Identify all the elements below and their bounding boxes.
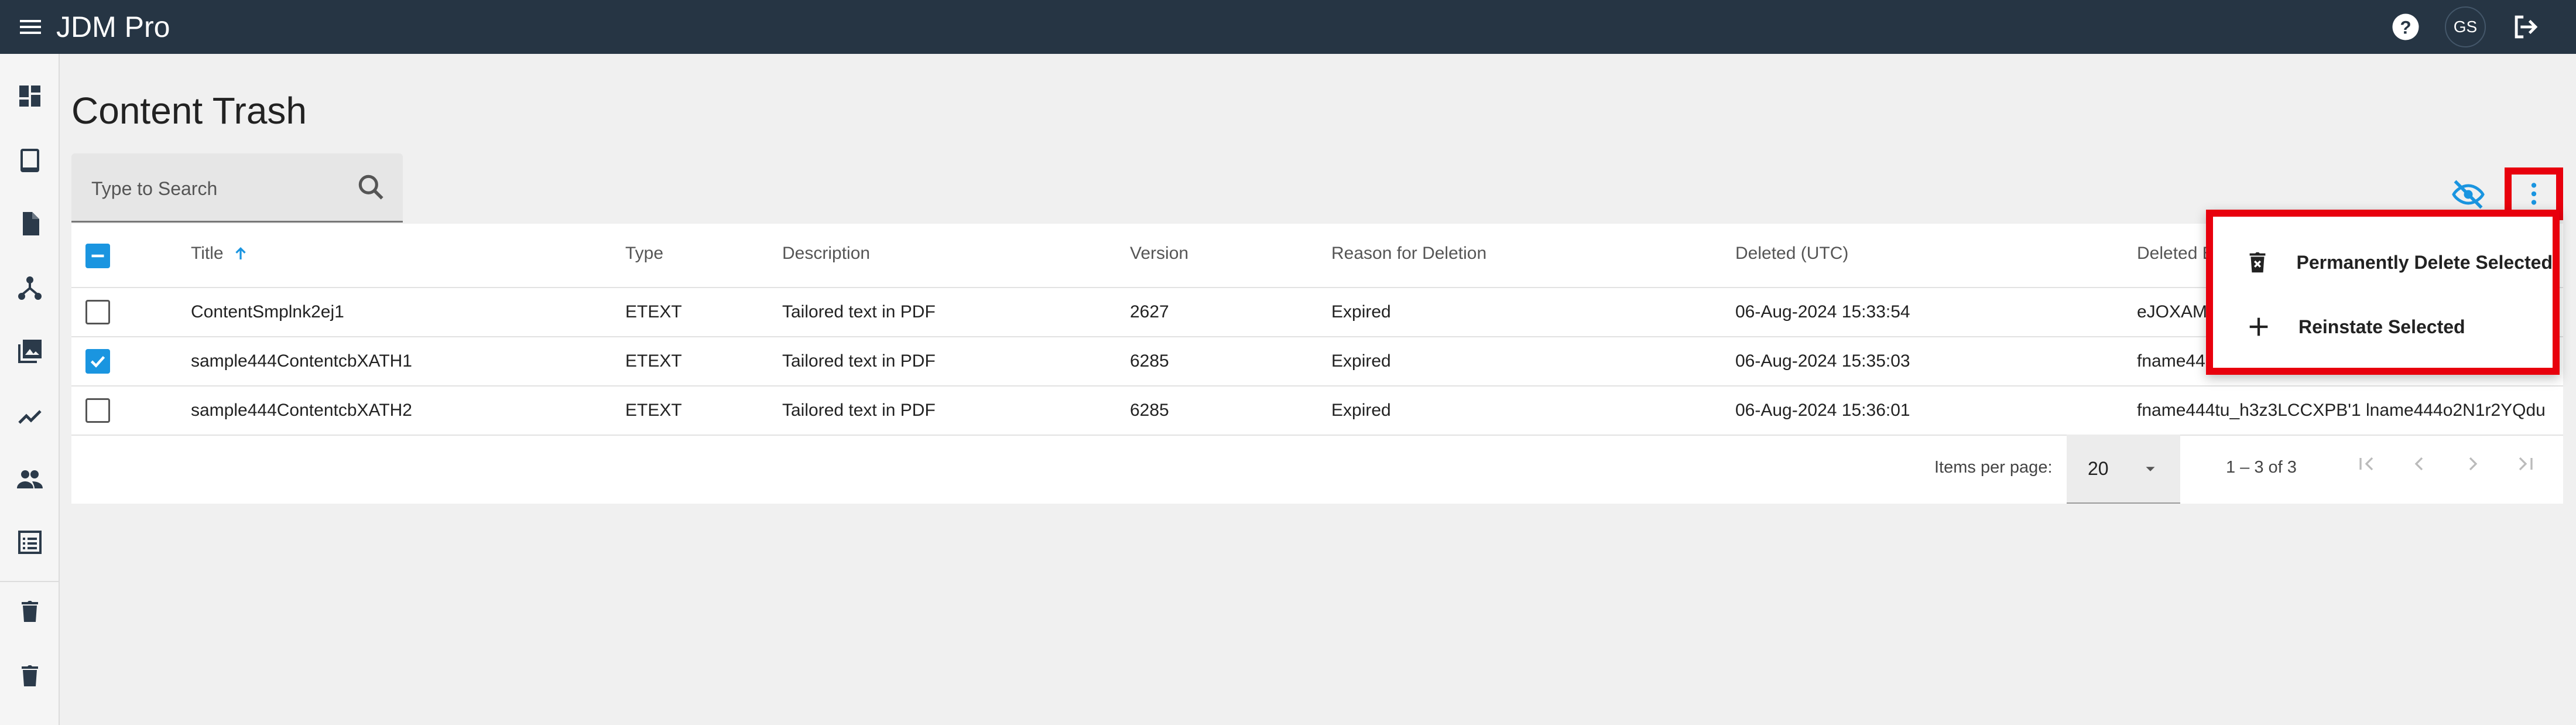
delete-forever-icon: [2243, 247, 2272, 278]
search-field: [71, 153, 403, 223]
content-trash-table: Title Type Description Version Reason fo…: [71, 224, 2563, 504]
last-page-icon[interactable]: [2508, 446, 2543, 481]
nav-image-library-icon[interactable]: [15, 336, 45, 367]
next-page-icon[interactable]: [2455, 446, 2491, 481]
dropdown-arrow-icon: [2146, 467, 2155, 471]
svg-text:?: ?: [2400, 16, 2411, 37]
column-header-reason[interactable]: Reason for Deletion: [1331, 244, 1486, 264]
page-title: Content Trash: [71, 90, 307, 132]
cell-deleted-by: fname444tu_h3z3LCCXPB'1 lname444o2N1r2YQ…: [2137, 401, 2547, 420]
sort-ascending-icon: [235, 247, 246, 259]
nav-list-icon[interactable]: [15, 527, 45, 558]
cell-type: ETEXT: [625, 351, 682, 371]
menu-item-label: Permanently Delete Selected: [2296, 251, 2553, 273]
visibility-off-icon[interactable]: [2451, 177, 2486, 212]
cell-deleted-by: eJOXAM: [2137, 302, 2208, 322]
cell-version: 6285: [1130, 351, 1169, 371]
page-range-label: 1 – 3 of 3: [2226, 458, 2297, 477]
select-all-checkbox[interactable]: [85, 244, 110, 268]
nav-divider: [0, 581, 59, 582]
plus-icon: [2243, 312, 2274, 342]
cell-version: 6285: [1130, 401, 1169, 420]
search-input[interactable]: [91, 171, 326, 206]
items-per-page-label: Items per page:: [1934, 458, 2053, 477]
row-checkbox[interactable]: [85, 300, 110, 324]
table-row[interactable]: sample444ContentcbXATH2 ETEXT Tailored t…: [71, 387, 2563, 436]
items-per-page-select[interactable]: 20: [2067, 435, 2180, 504]
more-vert-icon: [2531, 183, 2537, 205]
top-app-bar: JDM Pro ? GS: [0, 0, 2576, 54]
cell-title: sample444ContentcbXATH2: [191, 401, 412, 420]
nav-users-icon[interactable]: [15, 464, 45, 494]
table-row[interactable]: sample444ContentcbXATH1 ETEXT Tailored t…: [71, 337, 2563, 387]
nav-tablet-icon[interactable]: [15, 145, 45, 176]
overflow-menu: Permanently Delete Selected Reinstate Se…: [2206, 210, 2560, 375]
cell-title: sample444ContentcbXATH1: [191, 351, 412, 371]
cell-reason: Expired: [1331, 302, 1391, 322]
nav-document-icon[interactable]: [15, 208, 45, 239]
cell-deleted-by: fname44: [2137, 351, 2205, 371]
previous-page-icon[interactable]: [2402, 446, 2437, 481]
column-header-deleted-utc[interactable]: Deleted (UTC): [1735, 244, 1848, 264]
cell-title: ContentSmplnk2ej1: [191, 302, 344, 322]
column-header-type[interactable]: Type: [625, 244, 663, 264]
nav-analytics-icon[interactable]: [15, 401, 45, 431]
app-title: JDM Pro: [56, 11, 170, 43]
menu-item-permanently-delete[interactable]: Permanently Delete Selected: [2213, 233, 2553, 292]
cell-reason: Expired: [1331, 351, 1391, 371]
search-icon[interactable]: [355, 171, 388, 204]
first-page-icon[interactable]: [2349, 446, 2384, 481]
table-header-row: Title Type Description Version Reason fo…: [71, 224, 2563, 288]
column-header-version[interactable]: Version: [1130, 244, 1188, 264]
cell-type: ETEXT: [625, 302, 682, 322]
hamburger-menu-icon[interactable]: [15, 12, 46, 42]
logout-icon[interactable]: [2509, 10, 2543, 44]
nav-trash-icon[interactable]: [15, 596, 45, 627]
cell-deleted-utc: 06-Aug-2024 15:36:01: [1735, 401, 1910, 420]
cell-type: ETEXT: [625, 401, 682, 420]
menu-item-reinstate[interactable]: Reinstate Selected: [2213, 297, 2553, 356]
nav-trash-icon[interactable]: [15, 661, 45, 691]
column-header-description[interactable]: Description: [782, 244, 870, 264]
page-size-value: 20: [2088, 458, 2109, 479]
nav-dashboard-icon[interactable]: [15, 81, 45, 111]
side-navigation: [0, 54, 60, 725]
cell-description: Tailored text in PDF: [782, 401, 936, 420]
help-icon[interactable]: ?: [2390, 11, 2421, 43]
cell-deleted-utc: 06-Aug-2024 15:33:54: [1735, 302, 1910, 322]
menu-item-label: Reinstate Selected: [2298, 316, 2465, 337]
nav-hierarchy-icon[interactable]: [15, 273, 45, 303]
row-checkbox[interactable]: [85, 349, 110, 374]
cell-description: Tailored text in PDF: [782, 302, 936, 322]
user-avatar[interactable]: GS: [2445, 6, 2486, 47]
table-row[interactable]: ContentSmplnk2ej1 ETEXT Tailored text in…: [71, 288, 2563, 337]
cell-reason: Expired: [1331, 401, 1391, 420]
row-checkbox[interactable]: [85, 398, 110, 423]
cell-description: Tailored text in PDF: [782, 351, 936, 371]
cell-deleted-utc: 06-Aug-2024 15:35:03: [1735, 351, 1910, 371]
cell-version: 2627: [1130, 302, 1169, 322]
column-header-title[interactable]: Title: [191, 244, 249, 264]
